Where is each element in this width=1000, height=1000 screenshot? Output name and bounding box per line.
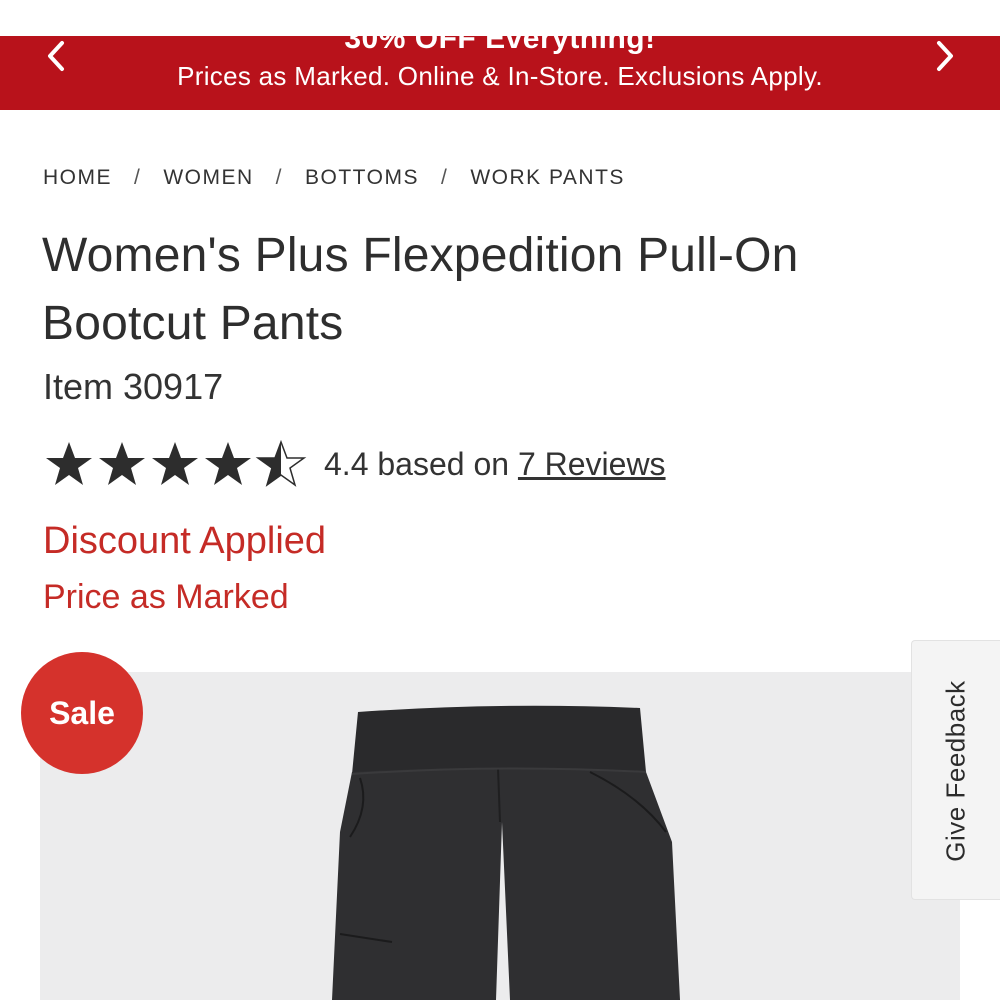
- pants-image: [332, 705, 680, 1000]
- give-feedback-tab[interactable]: Give Feedback: [911, 640, 1000, 900]
- discount-applied-label: Discount Applied: [43, 520, 327, 562]
- star-rating[interactable]: [43, 440, 308, 488]
- star-full-icon: [152, 442, 198, 485]
- breadcrumb-home[interactable]: HOME: [43, 166, 112, 190]
- price-as-marked-label: Price as Marked: [43, 578, 289, 616]
- star-full-icon: [46, 442, 92, 485]
- star-full-icon: [205, 442, 251, 485]
- promo-prev-button[interactable]: [31, 36, 81, 76]
- breadcrumb-women[interactable]: WOMEN: [163, 166, 253, 190]
- breadcrumb-work-pants[interactable]: WORK PANTS: [470, 166, 625, 190]
- breadcrumb-separator: /: [440, 166, 449, 189]
- product-image[interactable]: [40, 672, 960, 1000]
- product-rating: 4.4 based on 7 Reviews: [43, 440, 666, 488]
- promo-banner: 30% OFF Everything! Prices as Marked. On…: [0, 36, 1000, 110]
- rating-value-text: 4.4 based on: [324, 445, 510, 482]
- chevron-right-icon: [937, 41, 953, 71]
- sale-badge: Sale: [21, 652, 143, 774]
- promo-subtext: Prices as Marked. Online & In-Store. Exc…: [177, 61, 823, 91]
- give-feedback-label: Give Feedback: [940, 680, 971, 862]
- rating-summary: 4.4 based on 7 Reviews: [324, 446, 666, 483]
- star-half-icon: [255, 440, 307, 487]
- chevron-left-icon: [48, 41, 64, 71]
- reviews-link[interactable]: 7 Reviews: [518, 446, 666, 482]
- breadcrumb-separator: /: [134, 166, 142, 189]
- breadcrumb: HOME / WOMEN / BOTTOMS / WORK PANTS: [43, 166, 625, 190]
- star-full-icon: [99, 442, 145, 485]
- breadcrumb-bottoms[interactable]: BOTTOMS: [305, 166, 419, 190]
- promo-headline: 30% OFF Everything!: [344, 36, 656, 55]
- promo-next-button[interactable]: [920, 36, 970, 76]
- breadcrumb-separator: /: [275, 166, 284, 189]
- item-number: Item 30917: [43, 366, 224, 407]
- product-title: Women's Plus Flexpedition Pull-On Bootcu…: [42, 229, 799, 350]
